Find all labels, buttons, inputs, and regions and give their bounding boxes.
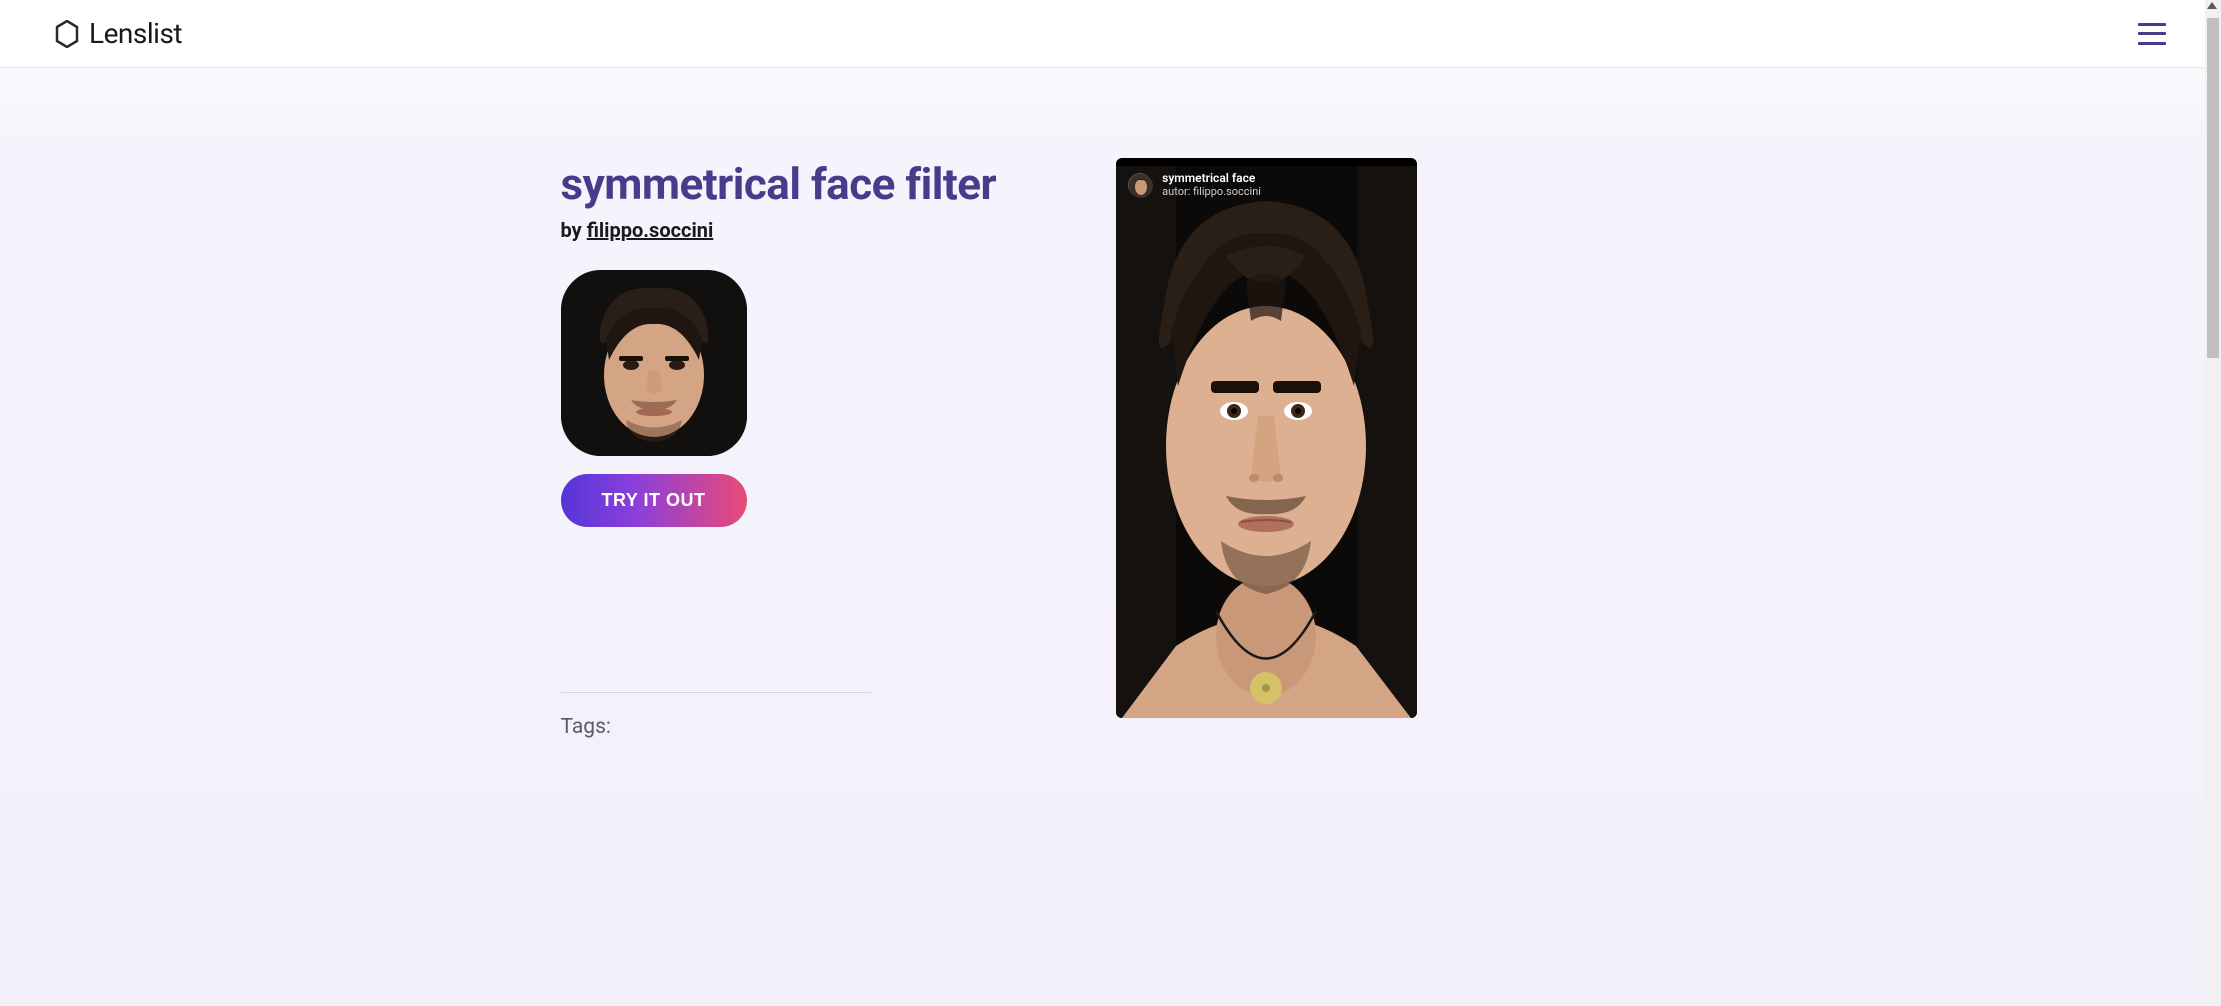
- face-thumbnail-image: [561, 270, 747, 456]
- menu-button[interactable]: [2138, 23, 2166, 45]
- preview-face-image: [1116, 166, 1417, 718]
- site-header: Lenslist: [0, 0, 2221, 68]
- hamburger-line-icon: [2138, 32, 2166, 35]
- filter-thumbnail: [561, 270, 747, 456]
- filter-details: symmetrical face filter by filippo.socci…: [561, 158, 997, 739]
- filter-title: symmetrical face filter: [561, 158, 997, 210]
- author-link[interactable]: filippo.soccini: [587, 218, 714, 242]
- section-divider: [561, 692, 871, 693]
- preview-filter-name: symmetrical face: [1162, 171, 1261, 185]
- scrollbar-track[interactable]: [2205, 0, 2221, 1006]
- main-content: symmetrical face filter by filippo.socci…: [341, 68, 1881, 739]
- preview-author-line: autor: filippo.soccini: [1162, 185, 1261, 198]
- scroll-up-arrow-icon[interactable]: [2207, 2, 2217, 9]
- preview-avatar-icon: [1128, 173, 1152, 197]
- tags-heading: Tags:: [561, 715, 997, 739]
- by-prefix: by: [561, 218, 587, 242]
- preview-header: symmetrical face autor: filippo.soccini: [1128, 171, 1261, 198]
- brand-name: Lenslist: [89, 17, 182, 50]
- preview-meta: symmetrical face autor: filippo.soccini: [1162, 171, 1261, 198]
- hamburger-line-icon: [2138, 42, 2166, 45]
- filter-byline: by filippo.soccini: [561, 218, 997, 242]
- lenslist-hexagon-icon: [55, 20, 79, 48]
- hamburger-line-icon: [2138, 23, 2166, 26]
- scrollbar-thumb[interactable]: [2207, 18, 2219, 358]
- try-it-out-button[interactable]: TRY IT OUT: [561, 474, 747, 527]
- filter-preview-card: symmetrical face autor: filippo.soccini: [1116, 158, 1417, 718]
- brand-logo[interactable]: Lenslist: [55, 17, 182, 50]
